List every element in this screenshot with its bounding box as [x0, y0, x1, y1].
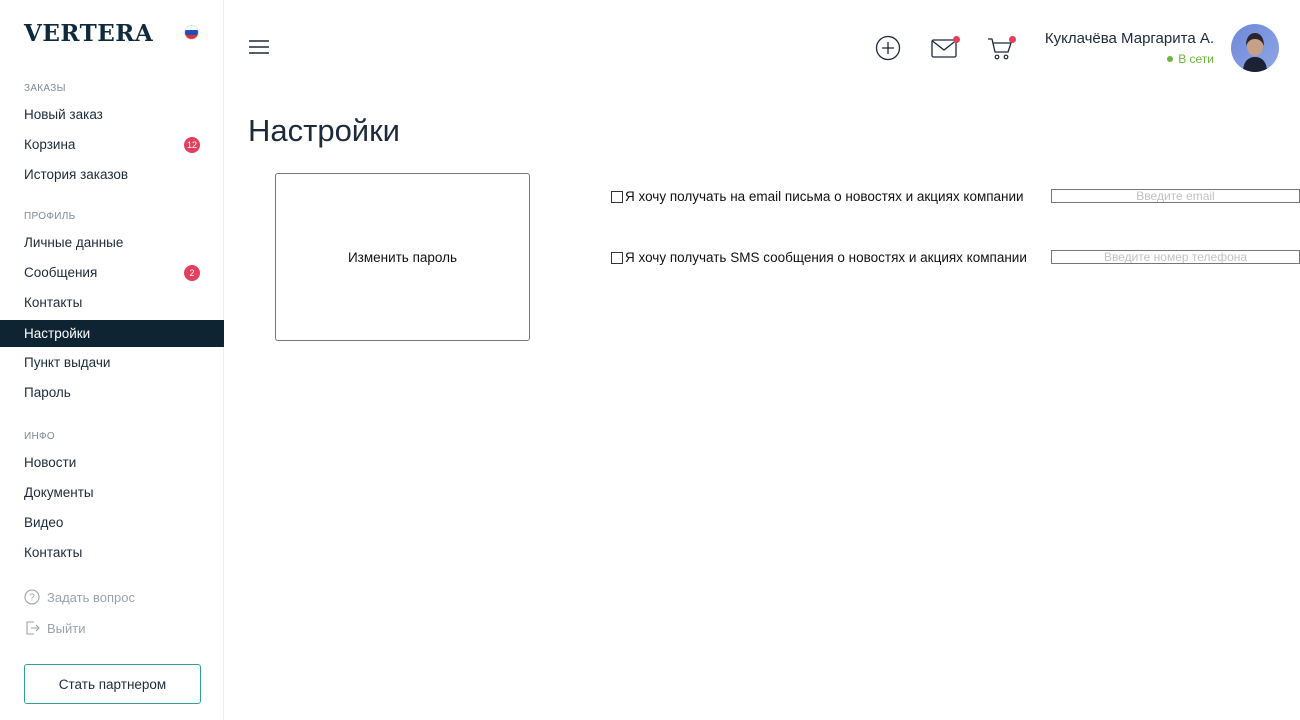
online-status: В сети [1167, 52, 1214, 66]
sms-subscription-option[interactable]: Я хочу получать SMS сообщения о новостях… [611, 250, 1027, 265]
sidebar-item-documents[interactable]: Документы [0, 479, 224, 506]
messages-count-badge: 2 [184, 265, 200, 281]
sidebar-item-label: Личные данные [24, 235, 124, 250]
sidebar-item-label: Видео [24, 515, 64, 530]
sidebar-item-label: Пункт выдачи [24, 355, 111, 370]
sidebar-item-cart[interactable]: Корзина 12 [0, 131, 224, 158]
email-field[interactable] [1051, 189, 1300, 203]
sidebar-item-label: Корзина [24, 137, 76, 152]
user-name[interactable]: Куклачёва Маргарита А. [1045, 30, 1214, 47]
sidebar-item-label: Настройки [24, 326, 91, 341]
sidebar-item-label: Сообщения [24, 265, 98, 280]
sidebar-item-label: История заказов [24, 167, 129, 182]
email-subscription-option[interactable]: Я хочу получать на email письма о новост… [611, 189, 1024, 204]
avatar[interactable] [1231, 24, 1279, 72]
sms-subscription-label: Я хочу получать SMS сообщения о новостях… [625, 250, 1027, 265]
section-label-orders: ЗАКАЗЫ [24, 83, 66, 94]
vertera-logo[interactable]: VERTERA [24, 20, 153, 47]
ask-question-label: Задать вопрос [47, 589, 135, 605]
email-subscription-label: Я хочу получать на email письма о новост… [625, 189, 1024, 204]
menu-icon[interactable] [249, 40, 269, 56]
sidebar-item-label: Контакты [24, 295, 83, 310]
add-circle-icon[interactable] [875, 35, 901, 61]
phone-field[interactable] [1051, 250, 1300, 264]
section-label-profile: ПРОФИЛЬ [24, 211, 76, 222]
become-partner-button[interactable]: Стать партнером [24, 664, 201, 704]
sidebar-item-personal-data[interactable]: Личные данные [0, 229, 224, 256]
mail-notification-dot [953, 36, 960, 43]
section-label-info: ИНФО [24, 431, 55, 442]
sidebar-item-label: Контакты [24, 545, 83, 560]
page-title: Настройки [248, 113, 401, 148]
sidebar-item-settings[interactable]: Настройки [0, 320, 224, 347]
sidebar-item-contacts[interactable]: Контакты [0, 289, 224, 316]
online-dot-icon [1167, 55, 1174, 62]
sidebar-item-order-history[interactable]: История заказов [0, 161, 224, 188]
cart-notification-dot [1009, 36, 1016, 43]
online-status-label: В сети [1178, 52, 1214, 66]
sidebar-item-messages[interactable]: Сообщения 2 [0, 259, 224, 286]
email-subscription-checkbox[interactable] [611, 190, 623, 203]
sidebar-item-password[interactable]: Пароль [0, 379, 224, 406]
sidebar: VERTERA ЗАКАЗЫ Новый заказ Корзина 12 Ист… [0, 0, 224, 720]
sidebar-item-video[interactable]: Видео [0, 509, 224, 536]
sidebar-item-label: Документы [24, 485, 94, 500]
sidebar-item-new-order[interactable]: Новый заказ [0, 101, 224, 128]
ask-question-link[interactable]: ? Задать вопрос [24, 589, 135, 605]
sidebar-item-news[interactable]: Новости [0, 449, 224, 476]
sidebar-item-pickup-point[interactable]: Пункт выдачи [0, 349, 224, 376]
sidebar-item-label: Пароль [24, 385, 71, 400]
sidebar-item-info-contacts[interactable]: Контакты [0, 539, 224, 566]
logout-icon [26, 621, 40, 635]
logout-link[interactable]: Выйти [24, 620, 86, 636]
russian-flag-icon[interactable] [184, 25, 199, 40]
user-photo [1231, 24, 1279, 72]
svg-text:?: ? [29, 593, 35, 604]
cart-count-badge: 12 [184, 137, 200, 153]
sidebar-item-label: Новости [24, 455, 77, 470]
logout-label: Выйти [47, 620, 86, 636]
change-password-button[interactable]: Изменить пароль [275, 173, 530, 341]
question-circle-icon: ? [24, 589, 40, 605]
sidebar-item-label: Новый заказ [24, 107, 103, 122]
cart-button[interactable] [987, 35, 1017, 63]
sms-subscription-checkbox[interactable] [611, 251, 623, 264]
mail-button[interactable] [931, 36, 961, 60]
